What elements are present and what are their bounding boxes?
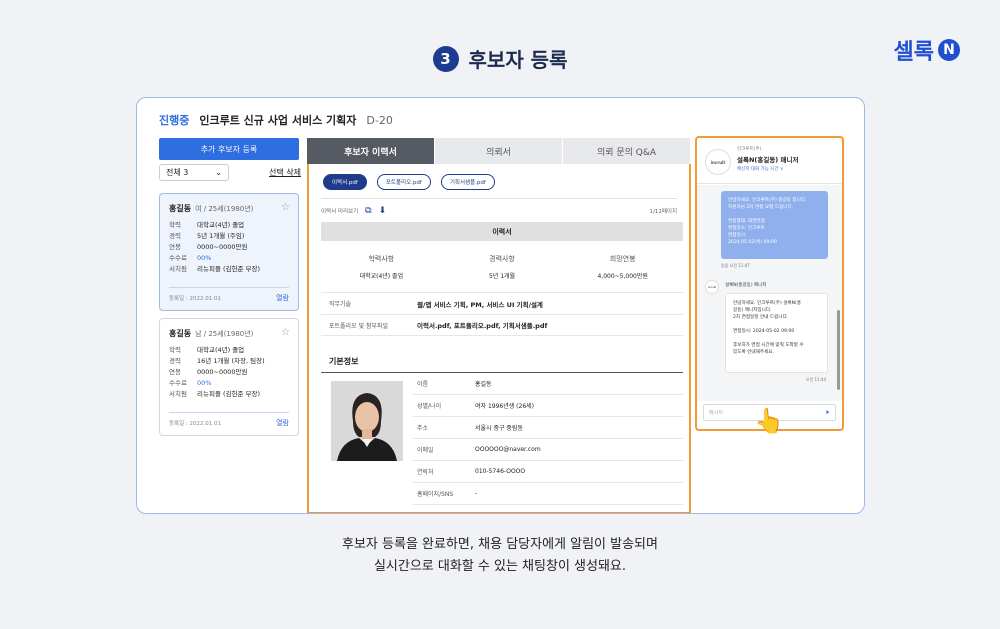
message-time: 읽음 오전 11:47 xyxy=(721,263,750,268)
pointer-hand-icon: 👆 xyxy=(754,407,784,435)
view-link[interactable]: 열람 xyxy=(276,293,289,303)
chat-header: incruit 인크루트(주) 설록N(홍길동) 매니저 메신저 대화 가능 시… xyxy=(697,138,842,184)
candidate-date: 등록일 : 2022.01.01 xyxy=(169,421,222,427)
detail-tabs: 후보자 이력서 의뢰서 의뢰 문의 Q&A xyxy=(307,138,691,164)
chat-panel: incruit 인크루트(주) 설록N(홍길동) 매니저 메신저 대화 가능 시… xyxy=(695,136,844,431)
page-indicator: 1/12페이지 xyxy=(649,209,677,215)
candidate-row: 경력 5년 1개월 (주임) xyxy=(169,232,245,240)
chat-scrollbar[interactable] xyxy=(837,310,840,390)
candidate-row: 수수료 00% xyxy=(169,379,212,387)
candidate-row: 서치펌 리뉴피플 (김헌준 부장) xyxy=(169,390,261,398)
step-heading: 후보자 등록 xyxy=(468,48,568,72)
divider xyxy=(321,198,677,199)
chat-messages: 안녕하세요. 인크루트(주) 홍길동 입니다. 지원자님 2차 면접 요청 드립… xyxy=(697,185,842,401)
job-title: 인크루트 신규 사업 서비스 기획자 xyxy=(199,114,357,127)
job-dday: D-20 xyxy=(366,113,393,127)
basic-info-title: 기본정보 xyxy=(329,357,359,366)
step-title: 3 후보자 등록 xyxy=(0,44,1000,73)
company-logo: incruit xyxy=(705,149,731,175)
star-icon[interactable]: ☆ xyxy=(281,202,290,213)
info-row: 성별/나이 여자 1996년생 (26세) xyxy=(413,395,683,417)
chat-manager-name: 설록N(홍길동) 매니저 xyxy=(737,156,799,164)
candidate-meta: 여 / 25세(1980년) xyxy=(195,204,254,213)
candidate-row: 경력 16년 1개월 (차장, 팀장) xyxy=(169,357,265,365)
candidate-filter-select[interactable]: 전체 3 ⌄ xyxy=(159,164,229,181)
tab-resume[interactable]: 후보자 이력서 xyxy=(307,138,435,164)
star-icon[interactable]: ☆ xyxy=(281,327,290,338)
external-link-icon[interactable]: ⧉ xyxy=(365,206,371,216)
candidate-card[interactable]: 홍길동 여 / 25세(1980년) ☆ 학력 대학교(4년) 졸업 경력 5년 1… xyxy=(159,193,299,311)
caption-line: 실시간으로 대화할 수 있는 채팅창이 생성돼요. xyxy=(373,559,627,574)
preview-label: 이력서 미리보기 xyxy=(321,209,359,215)
caption-line: 후보자 등록을 완료하면, 채용 담당자에게 알림이 발송되며 xyxy=(342,537,658,552)
candidate-photo xyxy=(331,381,403,461)
resume-panel: 이력서.pdf 포트폴리오.pdf 기획서샘플.pdf 이력서 미리보기 ⧉ ⬇… xyxy=(307,164,691,513)
detail-row: 직무기술 웹/앱 서비스 기획, PM, 서비스 UI 기획/설계 xyxy=(321,292,683,314)
tab-request[interactable]: 의뢰서 xyxy=(435,138,563,164)
incoming-message: 안녕하세요. 인크루트(주) 설록N(홍 길동) 매니저입니다. 2차 면접일정… xyxy=(725,293,828,373)
preview-toolbar: 이력서 미리보기 ⧉ ⬇ 1/12페이지 xyxy=(321,204,677,218)
view-link[interactable]: 열람 xyxy=(276,418,289,428)
job-header: 진행중 인크루트 신규 사업 서비스 기획자 D-20 xyxy=(159,112,393,128)
candidate-row: 학력 대학교(4년) 졸업 xyxy=(169,221,245,229)
sender-name: 설록N(홍길동) 매니저 xyxy=(725,283,767,288)
divider xyxy=(169,412,289,413)
resume-summary: 학력사항 대학교(4년) 졸업 경력사항 5년 1개월 희망연봉 4,000~5,00… xyxy=(359,255,648,280)
outgoing-message: 안녕하세요. 인크루트(주) 홍길동 입니다. 지원자님 2차 면접 요청 드립… xyxy=(721,191,828,259)
message-time: 오전 11:44 xyxy=(805,377,826,382)
chat-org: 인크루트(주) xyxy=(737,147,762,152)
tab-qna[interactable]: 의뢰 문의 Q&A xyxy=(563,138,691,164)
chevron-down-icon: ⌄ xyxy=(215,168,222,177)
caption: 후보자 등록을 완료하면, 채용 담당자에게 알림이 발송되며 실시간으로 대화… xyxy=(0,534,1000,578)
candidate-name: 홍길동 xyxy=(169,329,192,338)
info-row: 홈페이지/SNS - xyxy=(413,483,683,505)
chat-availability-toggle[interactable]: 메신저 대화 가능 시간 ∨ xyxy=(737,166,783,172)
info-row: 이름 홍길동 xyxy=(413,373,683,395)
candidate-row: 수수료 00% xyxy=(169,254,212,262)
step-number-badge: 3 xyxy=(432,45,459,72)
file-pill[interactable]: 이력서.pdf xyxy=(323,174,367,190)
candidate-row: 서치펌 리뉴피플 (김헌준 부장) xyxy=(169,265,261,273)
divider xyxy=(169,287,289,288)
candidate-meta: 남 / 25세(1980년) xyxy=(195,329,254,338)
detail-row: 포트폴리오 및 첨부파일 이력서.pdf, 포트폴리오.pdf, 기획서샘플.pd… xyxy=(321,314,683,336)
filter-value: 전체 3 xyxy=(166,168,189,177)
send-icon[interactable]: ➤ xyxy=(825,409,830,416)
sender-avatar: incruit xyxy=(705,280,719,294)
file-list: 이력서.pdf 포트폴리오.pdf 기획서샘플.pdf xyxy=(323,174,495,190)
job-status-badge: 진행중 xyxy=(159,114,190,127)
candidate-row: 학력 대학교(4년) 졸업 xyxy=(169,346,245,354)
add-candidate-button[interactable]: 추가 후보자 등록 xyxy=(159,138,299,160)
candidate-date: 등록일 : 2022.01.01 xyxy=(169,296,222,302)
info-row: 연락처 010-5746-OOOO xyxy=(413,461,683,483)
candidate-row: 연봉 0000~0000만원 xyxy=(169,368,248,376)
candidate-name: 홍길동 xyxy=(169,204,192,213)
info-row: 이메일 OOOOOO@naver.com xyxy=(413,439,683,461)
file-pill[interactable]: 포트폴리오.pdf xyxy=(376,174,431,190)
app-frame: 진행중 인크루트 신규 사업 서비스 기획자 D-20 추가 후보자 등록 전체… xyxy=(136,97,865,514)
bulk-delete-link[interactable]: 선택 삭제 xyxy=(269,167,301,178)
info-row: 주소 서울시 중구 중림동 xyxy=(413,417,683,439)
candidate-row: 연봉 0000~0000만원 xyxy=(169,243,248,251)
download-icon[interactable]: ⬇ xyxy=(379,206,387,216)
resume-section-title: 이력서 xyxy=(321,222,683,241)
candidate-card[interactable]: 홍길동 남 / 25세(1980년) ☆ 학력 대학교(4년) 졸업 경력 16년 … xyxy=(159,318,299,436)
file-pill[interactable]: 기획서샘플.pdf xyxy=(440,174,495,190)
